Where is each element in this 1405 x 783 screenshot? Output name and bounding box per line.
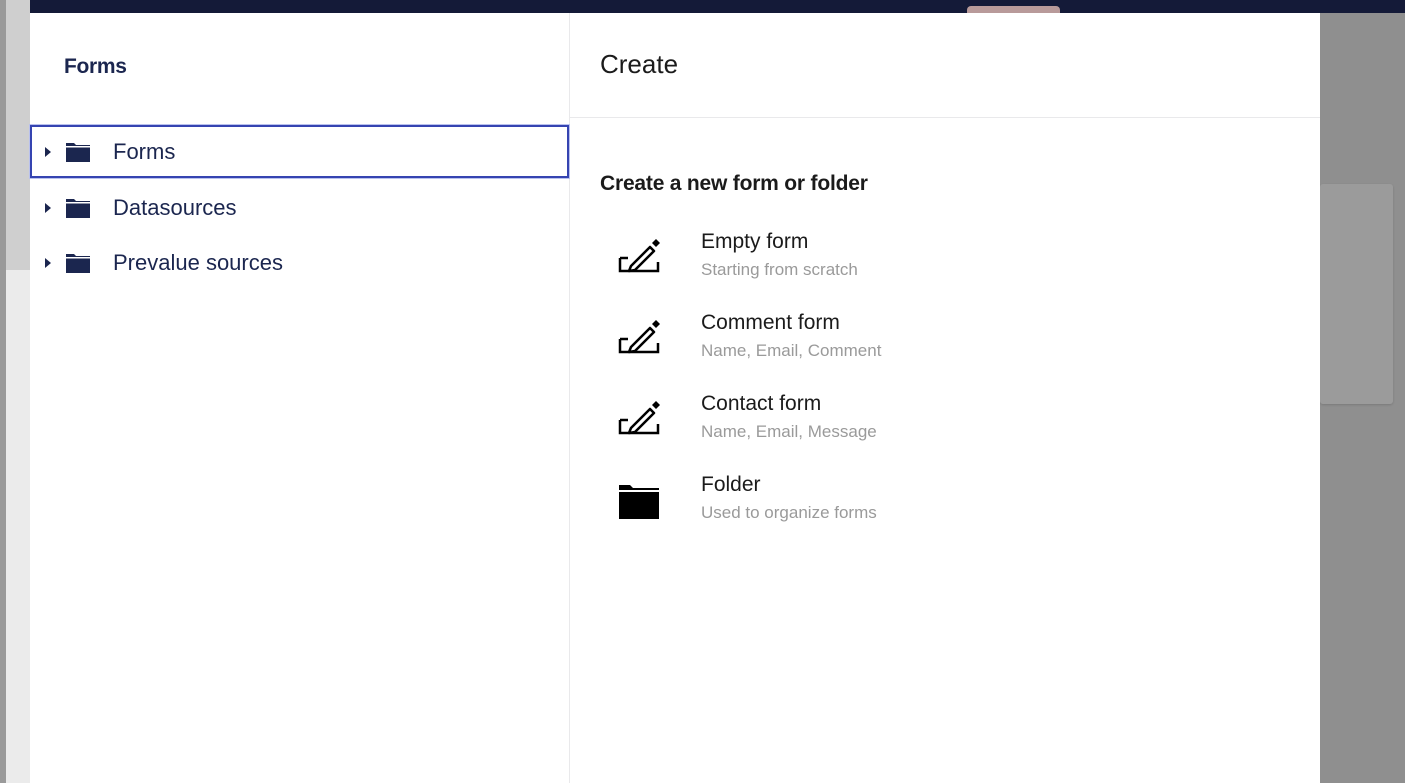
edit-icon xyxy=(618,401,660,435)
tree-item-prevalue-sources[interactable]: Prevalue sources xyxy=(30,235,569,290)
caret-right-icon[interactable] xyxy=(45,202,51,213)
option-name: Empty form xyxy=(701,230,809,253)
forms-tree-panel: Forms Forms Datasources Prevalue sources xyxy=(29,13,570,783)
create-option-comment-form[interactable]: Comment form Name, Email, Comment xyxy=(600,311,1300,392)
create-option-folder[interactable]: Folder Used to organize forms xyxy=(600,473,1300,554)
edit-icon xyxy=(618,239,660,273)
tree-item-forms[interactable]: Forms xyxy=(29,124,570,179)
create-options-list: Empty form Starting from scratch Comment… xyxy=(600,230,1300,554)
tree-item-label: Prevalue sources xyxy=(113,249,283,275)
folder-icon xyxy=(66,198,90,218)
option-description: Name, Email, Comment xyxy=(701,341,882,360)
option-description: Name, Email, Message xyxy=(701,422,877,441)
app-topbar xyxy=(0,0,1405,20)
option-description: Used to organize forms xyxy=(701,503,877,522)
create-option-empty-form[interactable]: Empty form Starting from scratch xyxy=(600,230,1300,311)
tree-item-label: Forms xyxy=(113,138,176,164)
background-card xyxy=(1320,184,1393,404)
folder-icon xyxy=(66,253,90,273)
caret-right-icon[interactable] xyxy=(45,257,51,268)
option-description: Starting from scratch xyxy=(701,260,858,279)
create-header: Create xyxy=(570,13,1320,118)
tree-title: Forms xyxy=(64,55,127,78)
tree-list: Forms Datasources Prevalue sources xyxy=(29,124,570,290)
folder-icon xyxy=(619,485,659,519)
create-panel: Create Create a new form or folder Empty… xyxy=(570,13,1320,783)
section-title: Create a new form or folder xyxy=(600,172,868,195)
create-title: Create xyxy=(600,49,679,79)
background-scrollbar xyxy=(6,0,30,270)
tree-item-label: Datasources xyxy=(113,194,237,220)
folder-icon xyxy=(66,142,90,162)
tree-item-datasources[interactable]: Datasources xyxy=(30,180,569,235)
edit-icon xyxy=(618,320,660,354)
option-name: Comment form xyxy=(701,311,840,334)
option-name: Folder xyxy=(701,473,761,496)
option-name: Contact form xyxy=(701,392,822,415)
caret-right-icon[interactable] xyxy=(45,146,51,157)
background-sidebar xyxy=(0,0,30,783)
create-option-contact-form[interactable]: Contact form Name, Email, Message xyxy=(600,392,1300,473)
